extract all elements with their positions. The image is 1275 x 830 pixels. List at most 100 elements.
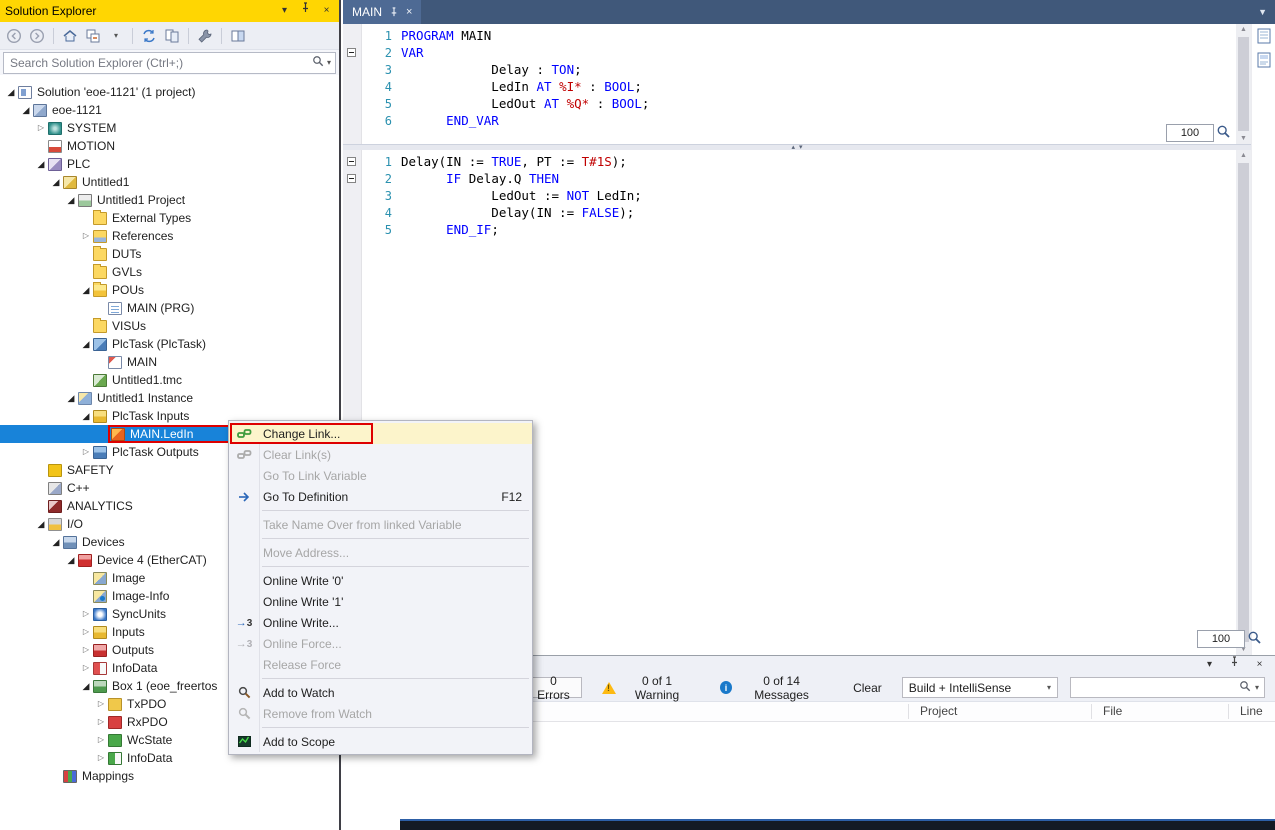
compare-icon[interactable] [162,26,182,46]
zoom-control[interactable]: 100 [1166,124,1231,142]
filter-combo[interactable]: Build + IntelliSense ▾ [902,677,1058,698]
window-position-chevron-icon[interactable]: ▾ [277,0,292,22]
tree-item-untitled1-instance[interactable]: ◢Untitled1 Instance [0,389,339,407]
collapse-arrow-icon[interactable]: ◢ [64,389,78,407]
menu-item-go-to-link-variable[interactable]: Go To Link Variable [229,465,532,486]
fold-collapse-icon[interactable] [347,157,356,166]
tree-item-main-prg[interactable]: MAIN (PRG) [0,299,339,317]
search-box[interactable]: ▾ [3,52,336,74]
window-position-chevron-icon[interactable]: ▾ [1202,656,1217,674]
zoom-value[interactable]: 100 [1166,124,1214,142]
expand-arrow-icon[interactable]: ▷ [34,119,48,137]
expand-arrow-icon[interactable]: ▷ [94,749,108,767]
tree-item-system[interactable]: ▷SYSTEM [0,119,339,137]
document-outline-icon[interactable] [1257,52,1271,71]
expand-arrow-icon[interactable]: ▷ [94,713,108,731]
warnings-filter-button[interactable]: 0 of 1 Warning [594,677,700,698]
wrench-icon[interactable] [195,26,215,46]
tree-item-duts[interactable]: DUTs [0,245,339,263]
column-file[interactable]: File [1103,704,1122,718]
menu-item-online-write[interactable]: →3Online Write... [229,612,532,633]
preview-icon[interactable] [228,26,248,46]
menu-item-online-force[interactable]: →3Online Force... [229,633,532,654]
solution-explorer-titlebar[interactable]: Solution Explorer ▾ × [0,0,339,22]
menu-item-online-write-0[interactable]: Online Write '0' [229,570,532,591]
collapse-arrow-icon[interactable]: ◢ [49,533,63,551]
expand-arrow-icon[interactable]: ▷ [79,659,93,677]
pin-icon[interactable] [1227,656,1242,674]
menu-item-go-to-definition[interactable]: Go To DefinitionF12 [229,486,532,507]
collapse-arrow-icon[interactable]: ◢ [64,191,78,209]
expand-arrow-icon[interactable]: ▷ [79,641,93,659]
search-icon[interactable] [1239,680,1251,695]
scroll-up-icon[interactable]: ▲ [1236,152,1251,159]
tree-item-untitled1-tmc[interactable]: Untitled1.tmc [0,371,339,389]
menu-item-clear-link-s[interactable]: Clear Link(s) [229,444,532,465]
collapse-arrow-icon[interactable]: ◢ [79,281,93,299]
tree-item-eoe-1121[interactable]: ◢eoe-1121 [0,101,339,119]
messages-filter-button[interactable]: 0 of 14 Messages [712,677,833,698]
pin-icon[interactable] [389,7,399,17]
zoom-control[interactable]: 100 [1197,630,1262,648]
search-input[interactable] [8,55,309,71]
column-line[interactable]: Line [1240,704,1263,718]
tree-item-pous[interactable]: ◢POUs [0,281,339,299]
document-view-icon[interactable] [1257,28,1271,47]
menu-item-add-to-scope[interactable]: Add to Scope [229,731,532,752]
tab-list-chevron-icon[interactable]: ▼ [1258,7,1267,17]
search-options-chevron-icon[interactable]: ▾ [1255,683,1259,692]
tree-item-main[interactable]: MAIN [0,353,339,371]
collapse-arrow-icon[interactable]: ◢ [49,173,63,191]
tree-item-plc[interactable]: ◢PLC [0,155,339,173]
menu-item-remove-from-watch[interactable]: Remove from Watch [229,703,532,724]
search-icon[interactable] [312,55,324,70]
tree-item-external-types[interactable]: External Types [0,209,339,227]
expand-arrow-icon[interactable]: ▷ [94,695,108,713]
fold-collapse-icon[interactable] [347,174,356,183]
tree-item-gvls[interactable]: GVLs [0,263,339,281]
menu-item-move-address[interactable]: Move Address... [229,542,532,563]
expand-arrow-icon[interactable]: ▷ [79,623,93,641]
expand-arrow-icon[interactable]: ▷ [94,731,108,749]
chevron-down-icon[interactable]: ▾ [106,26,126,46]
forward-icon[interactable] [27,26,47,46]
menu-item-release-force[interactable]: Release Force [229,654,532,675]
scroll-up-icon[interactable]: ▲ [1236,26,1251,33]
home-icon[interactable] [60,26,80,46]
menu-item-online-write-1[interactable]: Online Write '1' [229,591,532,612]
close-icon[interactable]: × [1252,656,1267,674]
zoom-value[interactable]: 100 [1197,630,1245,648]
back-icon[interactable] [4,26,24,46]
scrollbar[interactable]: ▲ ▼ [1236,150,1251,655]
error-search-input[interactable] [1076,680,1235,696]
tree-item-references[interactable]: ▷References [0,227,339,245]
tree-item-untitled1-project[interactable]: ◢Untitled1 Project [0,191,339,209]
collapse-arrow-icon[interactable]: ◢ [34,515,48,533]
scrollbar-thumb[interactable] [1238,37,1249,131]
close-icon[interactable]: × [406,6,412,18]
scrollbar-thumb[interactable] [1238,163,1249,642]
clear-button[interactable]: Clear [845,677,890,698]
scrollbar[interactable]: ▲ ▼ [1236,24,1251,144]
tree-item-motion[interactable]: MOTION [0,137,339,155]
pin-icon[interactable] [298,0,313,22]
tab-main[interactable]: MAIN × [343,0,421,24]
tree-item-plctask-plctask[interactable]: ◢PlcTask (PlcTask) [0,335,339,353]
tree-item-solution-eoe-1121-1-project[interactable]: ◢Solution 'eoe-1121' (1 project) [0,83,339,101]
expand-arrow-icon[interactable]: ▷ [79,443,93,461]
collapse-arrow-icon[interactable]: ◢ [4,83,18,101]
fold-collapse-icon[interactable] [347,48,356,57]
declaration-editor[interactable]: 1PROGRAM MAIN2VAR3 Delay : TON;4 LedIn A… [343,24,1251,144]
collapse-arrow-icon[interactable]: ◢ [64,551,78,569]
close-icon[interactable]: × [319,0,334,22]
collapse-arrow-icon[interactable]: ◢ [79,335,93,353]
sync-icon[interactable] [139,26,159,46]
tree-item-mappings[interactable]: Mappings [0,767,339,785]
error-search-box[interactable]: ▾ [1070,677,1265,698]
collapse-arrow-icon[interactable]: ◢ [79,677,93,695]
tree-item-untitled1[interactable]: ◢Untitled1 [0,173,339,191]
collapse-arrow-icon[interactable]: ◢ [19,101,33,119]
column-project[interactable]: Project [920,704,957,718]
collapse-all-icon[interactable] [83,26,103,46]
menu-item-add-to-watch[interactable]: Add to Watch [229,682,532,703]
